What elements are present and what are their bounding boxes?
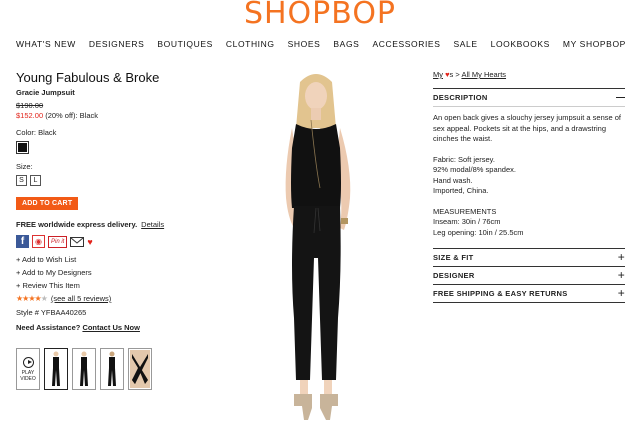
thumbnail-front[interactable] <box>44 348 68 390</box>
nav-bags[interactable]: BAGS <box>333 39 359 49</box>
add-to-wish-list-link[interactable]: + Add to Wish List <box>16 255 191 264</box>
nav-clothing[interactable]: CLOTHING <box>226 39 275 49</box>
pinterest-icon[interactable]: Pin it <box>48 235 68 248</box>
hearts-breadcrumb: My ♥s > All My Hearts <box>433 70 625 79</box>
nav-designers[interactable]: DESIGNERS <box>89 39 144 49</box>
care-text: Hand wash. <box>433 175 473 185</box>
description-intro: An open back gives a slouchy jersey jump… <box>433 113 622 143</box>
play-video-label: PLAY VIDEO <box>20 369 36 382</box>
breadcrumb-separator: s > <box>449 70 460 79</box>
size-options: S L <box>16 175 191 186</box>
email-icon[interactable] <box>70 236 85 247</box>
breadcrumb-my[interactable]: My <box>433 70 443 79</box>
sale-price-row: $152.00 (20% off): Black <box>16 111 191 120</box>
rating-stars: ★★★★★ <box>16 294 48 303</box>
delivery-details-link[interactable]: Details <box>141 220 164 229</box>
heart-icon[interactable]: ♥ <box>87 237 92 247</box>
product-brand[interactable]: Young Fabulous & Broke <box>16 70 191 85</box>
color-swatch-black[interactable] <box>16 141 29 154</box>
color-label: Color: Black <box>16 128 57 137</box>
description-title: DESCRIPTION <box>433 93 488 102</box>
original-price: $190.00 <box>16 101 44 110</box>
site-logo[interactable]: SHOPBOP <box>0 0 640 29</box>
nav-accessories[interactable]: ACCESSORIES <box>372 39 440 49</box>
nav-boutiques[interactable]: BOUTIQUES <box>157 39 212 49</box>
sale-price: $152.00 <box>16 111 44 120</box>
product-name: Gracie Jumpsuit <box>16 88 75 97</box>
play-video-thumbnail[interactable]: PLAY VIDEO <box>16 348 40 390</box>
assistance-label: Need Assistance? <box>16 323 81 332</box>
nav-lookbooks[interactable]: LOOKBOOKS <box>491 39 550 49</box>
product-details-panel: My ♥s > All My Hearts DESCRIPTION An ope… <box>433 70 625 303</box>
designer-section[interactable]: DESIGNER + <box>433 266 625 284</box>
nav-sale[interactable]: SALE <box>453 39 477 49</box>
assistance-row: Need Assistance? Contact Us Now <box>16 323 191 332</box>
thumbnail-back[interactable] <box>100 348 124 390</box>
breadcrumb-all-my-hearts[interactable]: All My Hearts <box>461 70 506 79</box>
composition-text: 92% modal/8% spandex. <box>433 165 516 174</box>
see-all-reviews-link[interactable]: (see all 5 reviews) <box>51 294 111 303</box>
nav-my-shopbop[interactable]: MY SHOPBOP <box>563 39 626 49</box>
expand-icon[interactable]: + <box>618 269 625 281</box>
size-fit-section[interactable]: SIZE & FIT + <box>433 248 625 266</box>
nav-shoes[interactable]: SHOES <box>288 39 321 49</box>
size-option-l[interactable]: L <box>30 175 41 186</box>
size-fit-title: SIZE & FIT <box>433 253 474 262</box>
contact-us-link[interactable]: Contact Us Now <box>82 323 140 332</box>
product-info-panel: Young Fabulous & Broke Gracie Jumpsuit $… <box>16 70 191 390</box>
discount-text: (20% off): Black <box>45 111 99 120</box>
origin-text: Imported, China. <box>433 186 489 195</box>
thumbnail-side[interactable] <box>72 348 96 390</box>
add-to-cart-button[interactable]: ADD TO CART <box>16 197 79 210</box>
play-icon <box>22 356 34 368</box>
product-model-image[interactable] <box>256 68 376 424</box>
nav-whats-new[interactable]: WHAT'S NEW <box>16 39 76 49</box>
shipping-returns-section[interactable]: FREE SHIPPING & EASY RETURNS + <box>433 284 625 303</box>
inseam-text: Inseam: 30in / 76cm <box>433 217 501 226</box>
fabric-text: Fabric: Soft jersey. <box>433 154 495 164</box>
share-icons: f ◉ Pin it ♥ <box>16 235 191 248</box>
delivery-text: FREE worldwide express delivery. <box>16 220 138 229</box>
style-number: Style # YFBAA40265 <box>16 308 87 317</box>
leg-opening-text: Leg opening: 10in / 25.5cm <box>433 227 524 237</box>
size-label: Size: <box>16 162 33 171</box>
delivery-info: FREE worldwide express delivery. Details <box>16 220 191 229</box>
size-option-s[interactable]: S <box>16 175 27 186</box>
expand-icon[interactable]: + <box>618 251 625 263</box>
review-item-link[interactable]: + Review This Item <box>16 281 191 290</box>
measurements-title: MEASUREMENTS <box>433 206 497 216</box>
description-body: An open back gives a slouchy jersey jump… <box>433 113 625 238</box>
collapse-icon[interactable] <box>616 96 625 99</box>
rating-row: ★★★★★ (see all 5 reviews) <box>16 294 191 303</box>
description-header[interactable]: DESCRIPTION <box>433 89 625 106</box>
expand-icon[interactable]: + <box>618 287 625 299</box>
shipping-returns-title: FREE SHIPPING & EASY RETURNS <box>433 289 568 298</box>
facebook-icon[interactable]: f <box>16 235 29 248</box>
weibo-icon[interactable]: ◉ <box>32 235 45 248</box>
thumbnail-detail[interactable] <box>128 348 152 390</box>
add-to-my-designers-link[interactable]: + Add to My Designers <box>16 268 191 277</box>
top-navigation: WHAT'S NEW DESIGNERS BOUTIQUES CLOTHING … <box>16 39 626 49</box>
designer-title: DESIGNER <box>433 271 475 280</box>
thumbnail-strip: PLAY VIDEO <box>16 348 191 390</box>
description-section: DESCRIPTION <box>433 88 625 107</box>
